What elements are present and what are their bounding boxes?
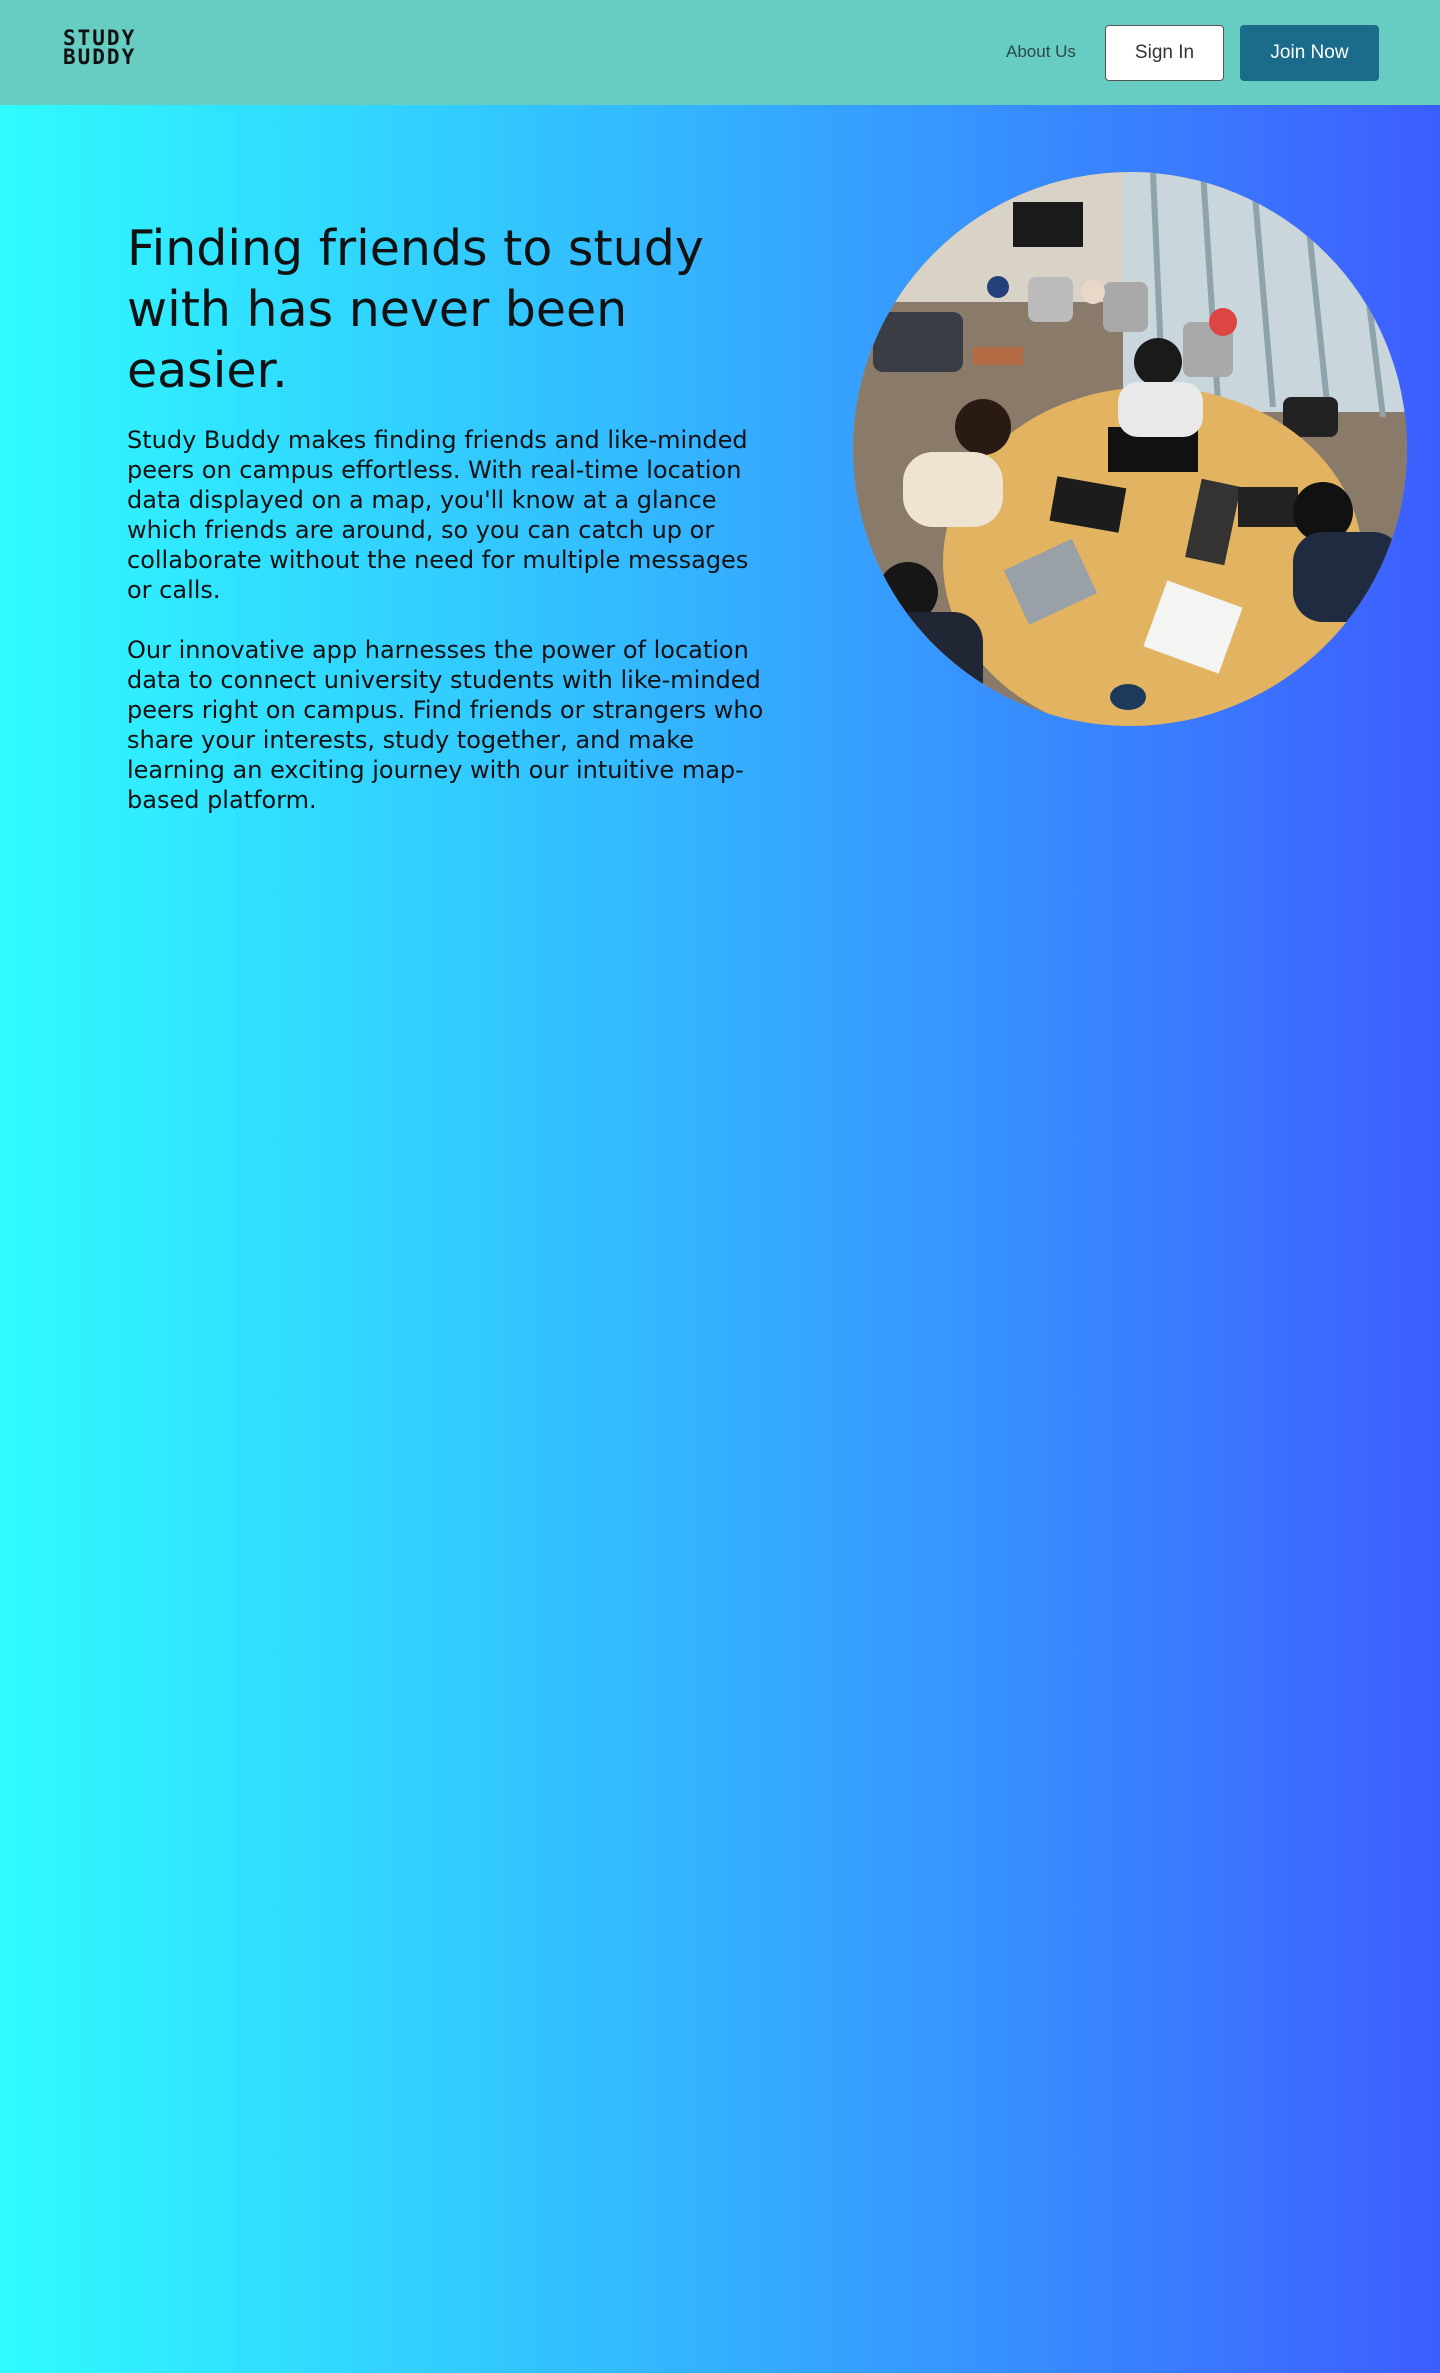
logo-line-2: BUDDY — [63, 45, 137, 69]
navbar: STUDY BUDDY About Us Sign In Join Now — [0, 0, 1440, 105]
logo[interactable]: STUDY BUDDY — [63, 28, 137, 69]
join-now-button[interactable]: Join Now — [1240, 25, 1379, 81]
about-us-link[interactable]: About Us — [1006, 42, 1076, 62]
hero-paragraph-1: Study Buddy makes finding friends and li… — [127, 426, 749, 604]
sign-in-button[interactable]: Sign In — [1105, 25, 1224, 81]
students-study-illustration — [853, 172, 1407, 726]
hero-paragraph-2: Our innovative app harnesses the power o… — [127, 636, 764, 814]
hero-text: Finding friends to study with has never … — [127, 218, 787, 815]
hero-headline: Finding friends to study with has never … — [127, 220, 704, 399]
students-study-photo — [853, 172, 1407, 726]
